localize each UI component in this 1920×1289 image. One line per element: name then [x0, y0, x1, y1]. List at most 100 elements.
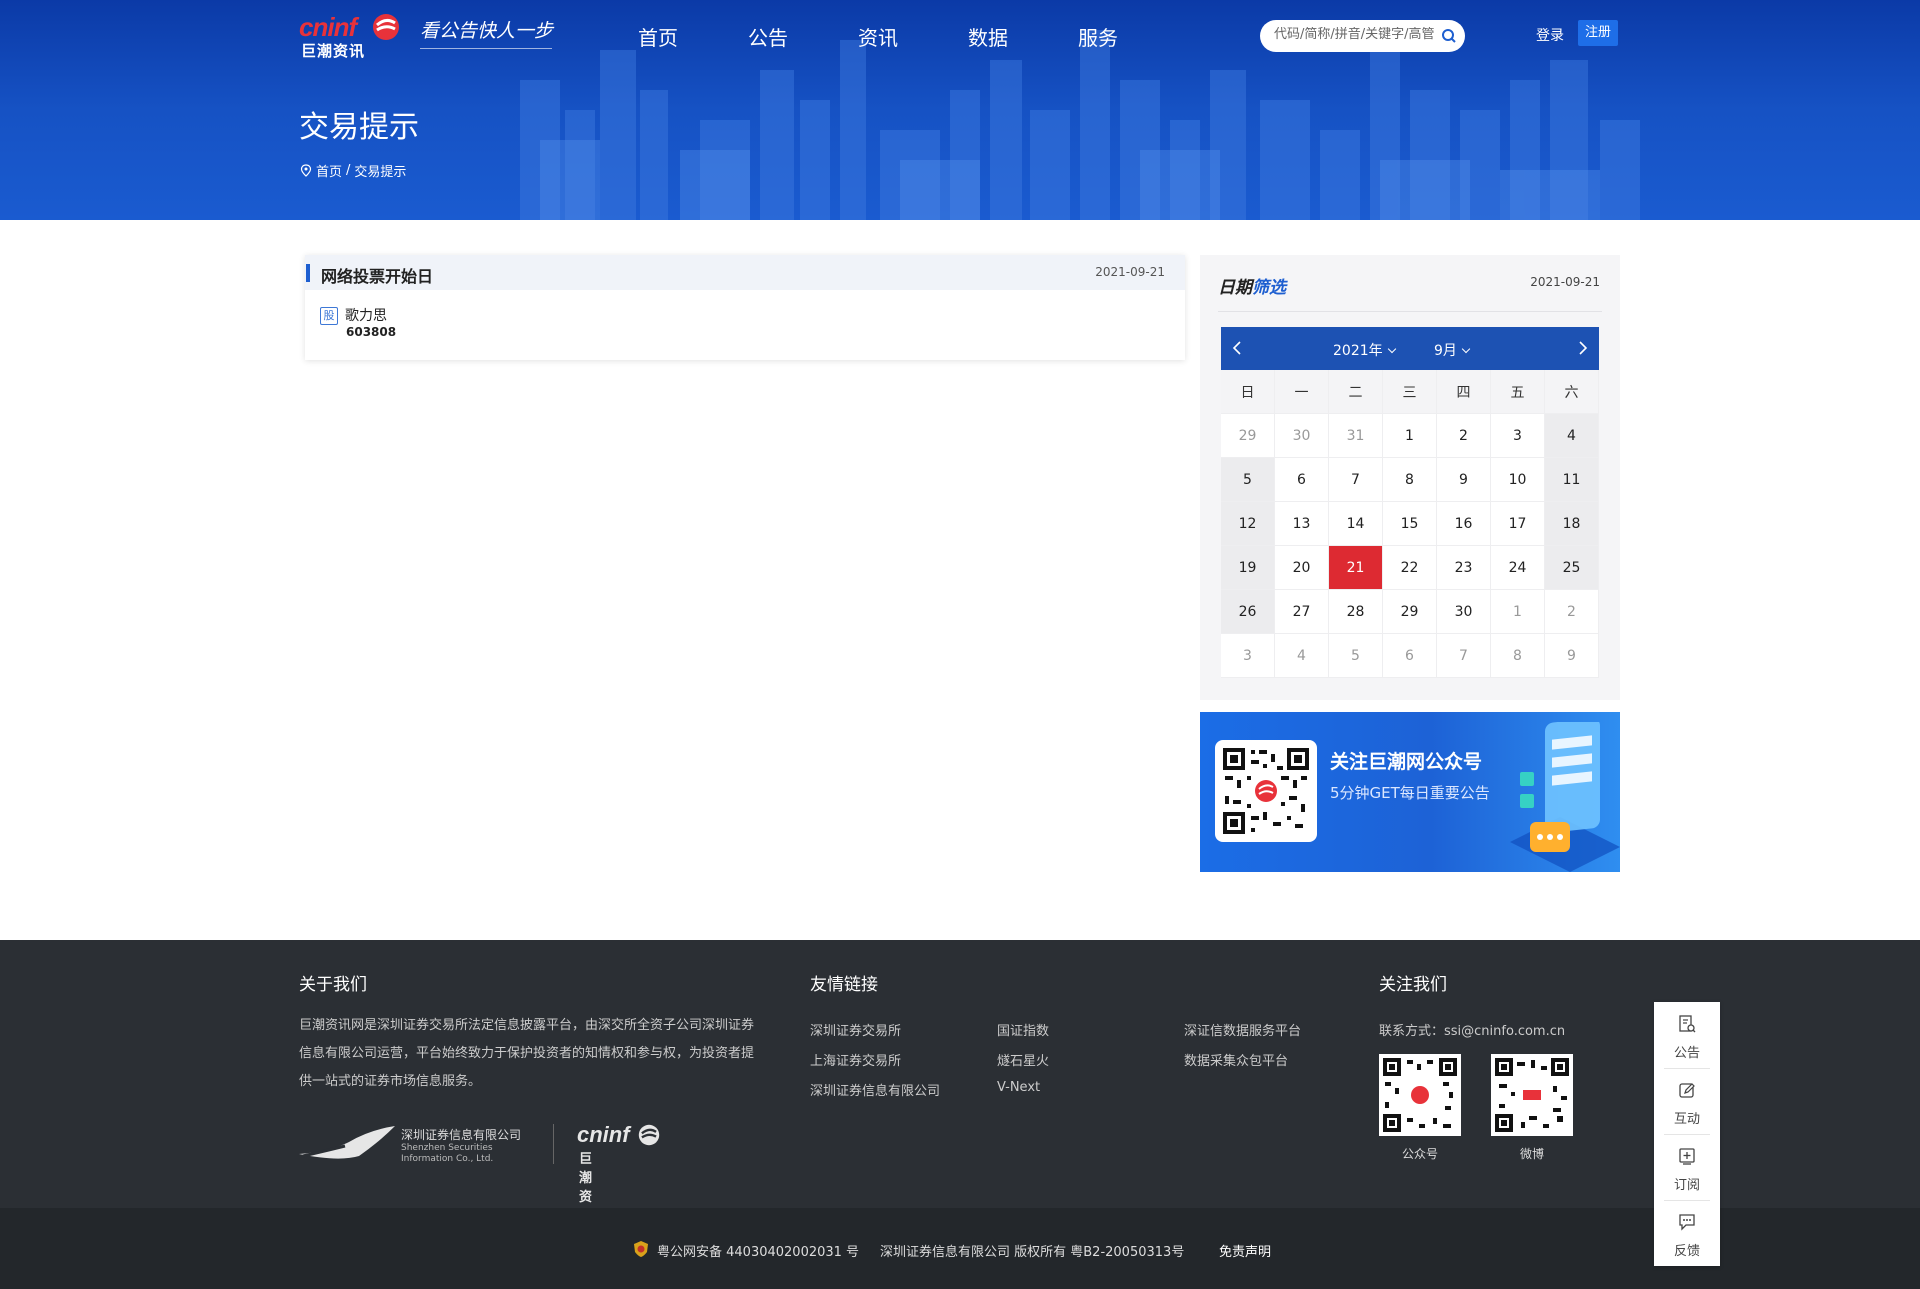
side-interact-button[interactable]: 互动: [1654, 1068, 1720, 1134]
side-announcements-button[interactable]: 公告: [1654, 1002, 1720, 1068]
breadcrumb-current: 交易提示: [354, 165, 407, 180]
register-button[interactable]: 注册: [1578, 20, 1618, 46]
calendar-day-other-month[interactable]: 4: [1275, 634, 1329, 678]
breadcrumb-home[interactable]: 首页: [316, 161, 342, 180]
link-szsi-company[interactable]: 深圳证券信息有限公司: [810, 1080, 940, 1099]
calendar-day-other-month[interactable]: 2: [1545, 590, 1599, 634]
calendar-day[interactable]: 14: [1329, 502, 1383, 546]
icp-record[interactable]: 粤公网安备 44030402002031 号: [657, 1241, 859, 1260]
calendar-day[interactable]: 5: [1221, 458, 1275, 502]
stock-code[interactable]: 603808: [346, 325, 396, 339]
notice-card: 网络投票开始日 2021-09-21 股 歌力思 603808: [305, 255, 1185, 360]
calendar-day[interactable]: 25: [1545, 546, 1599, 590]
stock-name[interactable]: 歌力思: [345, 305, 387, 325]
chevron-left-icon[interactable]: [1227, 337, 1249, 359]
date-filter-title: 日期筛选: [1218, 273, 1286, 298]
login-link[interactable]: 登录: [1536, 25, 1564, 45]
qr-code-icon: [1221, 746, 1311, 836]
calendar-day[interactable]: 9: [1437, 458, 1491, 502]
calendar-day-other-month[interactable]: 30: [1275, 414, 1329, 458]
nav-home[interactable]: 首页: [638, 22, 678, 51]
search-input[interactable]: [1274, 27, 1434, 42]
calendar-day-other-month[interactable]: 29: [1221, 414, 1275, 458]
calendar-day[interactable]: 17: [1491, 502, 1545, 546]
nav-data[interactable]: 数据: [968, 22, 1008, 51]
calendar-week-row: 29 30 31 1 2 3 4: [1221, 414, 1599, 458]
link-crowdsourcing[interactable]: 数据采集众包平台: [1184, 1050, 1288, 1069]
calendar-day-other-month[interactable]: 7: [1437, 634, 1491, 678]
calendar-day-other-month[interactable]: 6: [1383, 634, 1437, 678]
weekday-tue: 二: [1329, 370, 1383, 414]
calendar-day[interactable]: 27: [1275, 590, 1329, 634]
link-flint[interactable]: 燧石星火: [997, 1050, 1049, 1069]
calendar-day-other-month[interactable]: 3: [1221, 634, 1275, 678]
search-icon[interactable]: [1441, 28, 1457, 44]
calendar-day[interactable]: 13: [1275, 502, 1329, 546]
cninfo-logo[interactable]: cninf 巨潮资讯: [299, 12, 404, 60]
calendar-day[interactable]: 2: [1437, 414, 1491, 458]
link-sse[interactable]: 上海证券交易所: [810, 1050, 901, 1069]
calendar-day[interactable]: 24: [1491, 546, 1545, 590]
szsi-logo-icon: [299, 1126, 395, 1159]
copyright: 深圳证券信息有限公司 版权所有 粤B2-20050313号: [880, 1245, 1185, 1260]
link-szsi-data-platform[interactable]: 深证信数据服务平台: [1184, 1020, 1301, 1039]
slogan-underline: [420, 48, 552, 49]
divider: [1218, 311, 1602, 312]
calendar-day-other-month[interactable]: 1: [1491, 590, 1545, 634]
calendar-grid: 日 一 二 三 四 五 六 29 30 31 1 2 3 4 5 6 7 8 9 10 11 12 13 14 1…: [1221, 370, 1599, 678]
calendar-day-other-month[interactable]: 8: [1491, 634, 1545, 678]
calendar-day[interactable]: 26: [1221, 590, 1275, 634]
calendar-day[interactable]: 28: [1329, 590, 1383, 634]
logo-mark-icon: [373, 14, 399, 40]
calendar-day[interactable]: 20: [1275, 546, 1329, 590]
nav-services[interactable]: 服务: [1078, 22, 1118, 51]
calendar-day-other-month[interactable]: 31: [1329, 414, 1383, 458]
footer-contact: 联系方式：ssi@cninfo.com.cn: [1379, 1024, 1566, 1039]
calendar-day[interactable]: 22: [1383, 546, 1437, 590]
calendar-day[interactable]: 16: [1437, 502, 1491, 546]
side-subscribe-button[interactable]: 订阅: [1654, 1134, 1720, 1200]
link-cnindex[interactable]: 国证指数: [997, 1020, 1049, 1039]
breadcrumb: 首页 / 交易提示: [300, 161, 406, 180]
selected-date: 2021-09-21: [1530, 275, 1600, 289]
qr-code-icon: [1383, 1058, 1457, 1132]
calendar-day[interactable]: 1: [1383, 414, 1437, 458]
calendar-day[interactable]: 29: [1383, 590, 1437, 634]
calendar-day[interactable]: 21: [1329, 546, 1383, 590]
side-feedback-button[interactable]: 反馈: [1654, 1200, 1720, 1266]
calendar-day[interactable]: 12: [1221, 502, 1275, 546]
month-select[interactable]: 9月: [1434, 340, 1471, 360]
nav-announcements[interactable]: 公告: [748, 22, 788, 51]
chevron-right-icon[interactable]: [1571, 337, 1593, 359]
calendar-day[interactable]: 18: [1545, 502, 1599, 546]
weekday-thu: 四: [1437, 370, 1491, 414]
calendar-day[interactable]: 7: [1329, 458, 1383, 502]
calendar-week-row: 26 27 28 29 30 1 2: [1221, 590, 1599, 634]
link-szse[interactable]: 深圳证券交易所: [810, 1020, 901, 1039]
calendar-day[interactable]: 10: [1491, 458, 1545, 502]
calendar-day[interactable]: 3: [1491, 414, 1545, 458]
calendar-day[interactable]: 8: [1383, 458, 1437, 502]
calendar-day-other-month[interactable]: 9: [1545, 634, 1599, 678]
calendar-day[interactable]: 6: [1275, 458, 1329, 502]
calendar-day[interactable]: 30: [1437, 590, 1491, 634]
banner-title: 关注巨潮网公众号: [1330, 751, 1483, 773]
nav-news[interactable]: 资讯: [858, 22, 898, 51]
notice-date: 2021-09-21: [1095, 265, 1165, 279]
calendar-day[interactable]: 4: [1545, 414, 1599, 458]
wechat-qr-code: [1379, 1054, 1461, 1136]
search-box: [1260, 20, 1465, 52]
banner-subtitle: 5分钟GET每日重要公告: [1330, 784, 1490, 802]
weekday-sun: 日: [1221, 370, 1275, 414]
follow-wechat-banner[interactable]: 关注巨潮网公众号 5分钟GET每日重要公告: [1200, 712, 1620, 872]
chevron-down-icon: [1387, 344, 1396, 354]
calendar-day[interactable]: 23: [1437, 546, 1491, 590]
calendar-day[interactable]: 15: [1383, 502, 1437, 546]
calendar-day[interactable]: 19: [1221, 546, 1275, 590]
year-select[interactable]: 2021年: [1333, 340, 1396, 360]
calendar-day[interactable]: 11: [1545, 458, 1599, 502]
disclaimer-link[interactable]: 免责声明: [1219, 1241, 1271, 1260]
date-filter-panel: 日期筛选 2021-09-21 2021年 9月 日 一 二 三 四 五 六 2…: [1200, 255, 1620, 700]
calendar-day-other-month[interactable]: 5: [1329, 634, 1383, 678]
link-v-next[interactable]: V-Next: [997, 1080, 1040, 1095]
